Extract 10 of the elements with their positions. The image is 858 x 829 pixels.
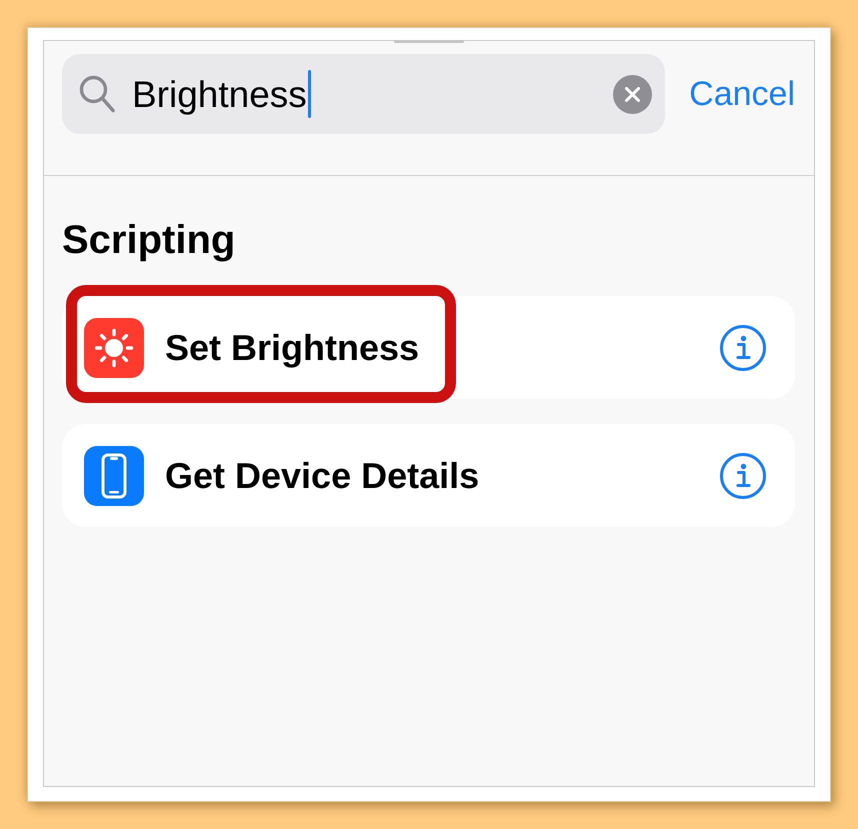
- close-icon: [625, 86, 640, 102]
- search-icon: [79, 75, 115, 113]
- info-icon[interactable]: [720, 324, 766, 370]
- search-field[interactable]: Brightness: [62, 54, 666, 134]
- clear-button[interactable]: [613, 74, 652, 114]
- action-row[interactable]: Get Device Details: [62, 424, 795, 527]
- section-header: Scripting: [62, 217, 236, 263]
- cancel-button[interactable]: Cancel: [689, 74, 795, 114]
- action-row[interactable]: Set Brightness: [62, 296, 795, 399]
- info-icon[interactable]: [720, 452, 766, 498]
